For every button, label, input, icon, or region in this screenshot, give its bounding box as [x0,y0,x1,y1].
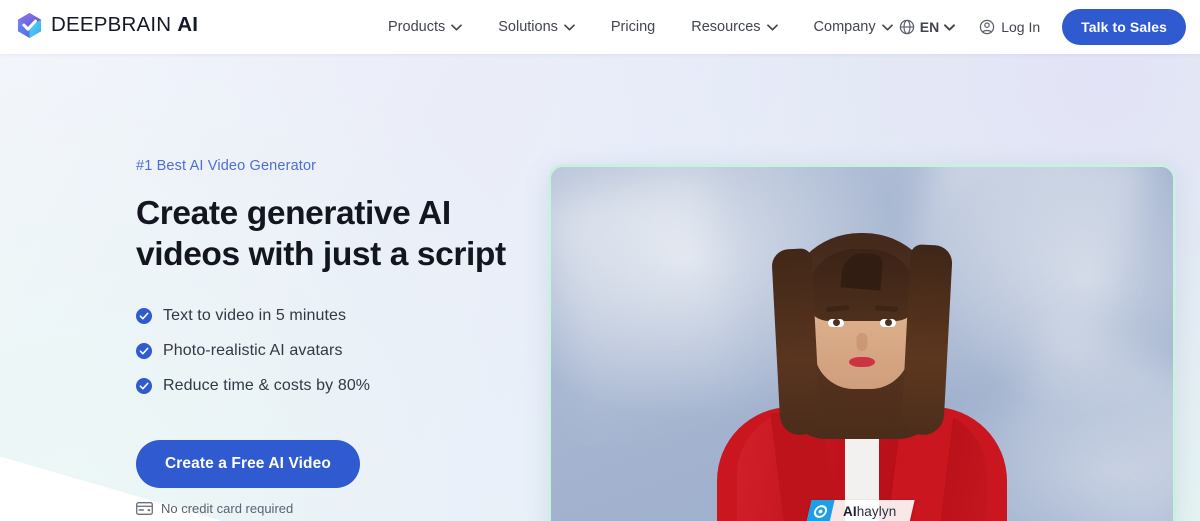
no-credit-card-note: No credit card required [136,501,556,516]
logo-text-light: DEEPBRAIN [51,13,172,37]
deepbrain-ai-landing-page: DEEPBRAIN AI Products Solutions Pricing … [0,0,1200,521]
chevron-down-icon [451,23,463,31]
avatar-lips [849,357,875,367]
watermark-label: AIhaylyn [843,504,896,519]
chevron-down-icon [766,23,778,31]
deepbrain-cube-check-icon [17,13,42,38]
avatar-pupil-right [885,319,892,326]
credit-card-icon [136,502,153,515]
header-actions: EN Log In Talk to Sales [888,0,1186,54]
login-link[interactable]: Log In [966,19,1053,35]
logo-text-bold: AI [177,13,199,37]
feature-item: Reduce time & costs by 80% [136,377,556,395]
nav-label: Pricing [610,19,656,35]
hero-headline: Create generative AI videos with just a … [136,195,506,273]
nav-label: Company [813,19,876,35]
video-frame: AIhaylyn [551,167,1173,521]
watermark-brand: AI [843,504,857,519]
nav-item-products[interactable]: Products [370,0,480,54]
check-circle-icon [136,343,152,359]
language-selector[interactable]: EN [888,19,966,35]
avatar-nose [856,333,868,351]
feature-item: Photo-realistic AI avatars [136,342,556,360]
user-circle-icon [979,19,995,35]
avatar-pupil-left [833,319,840,326]
feature-label: Reduce time & costs by 80% [163,377,371,394]
site-header: DEEPBRAIN AI Products Solutions Pricing … [0,0,1200,54]
logo[interactable]: DEEPBRAIN AI [17,12,198,39]
check-circle-icon [136,308,152,324]
talk-to-sales-button[interactable]: Talk to Sales [1062,9,1186,45]
chevron-down-icon [944,23,956,31]
feature-item: Text to video in 5 minutes [136,307,556,325]
nav-label: Resources [691,19,761,35]
login-label: Log In [1001,19,1041,35]
create-free-ai-video-button[interactable]: Create a Free AI Video [136,440,360,488]
video-watermark-badge: AIhaylyn [806,500,915,521]
no-credit-card-label: No credit card required [161,501,294,516]
hero-feature-list: Text to video in 5 minutes Photo-realist… [136,307,556,395]
check-circle-icon [136,378,152,394]
hero-cta-group: Create a Free AI Video No credit card re… [136,440,556,516]
globe-icon [899,19,914,35]
nav-item-resources[interactable]: Resources [673,0,795,54]
nav-label: Solutions [498,19,558,35]
feature-label: Text to video in 5 minutes [163,307,347,324]
nav-item-solutions[interactable]: Solutions [480,0,593,54]
hero-eyebrow: #1 Best AI Video Generator [136,158,317,174]
hero-copy-column: #1 Best AI Video Generator Create genera… [136,158,556,516]
deepbrain-studios-icon [806,500,835,521]
logo-text: DEEPBRAIN AI [51,15,198,36]
feature-label: Photo-realistic AI avatars [163,342,343,359]
chevron-down-icon [564,23,575,31]
ai-avatar [712,209,1012,521]
hero-video-player[interactable]: AIhaylyn [548,164,1176,521]
nav-item-pricing[interactable]: Pricing [593,0,673,54]
watermark-name: haylyn [856,504,897,519]
language-label: EN [919,19,940,35]
main-navigation: Products Solutions Pricing Resources Com… [370,0,911,54]
nav-label: Products [388,19,446,35]
